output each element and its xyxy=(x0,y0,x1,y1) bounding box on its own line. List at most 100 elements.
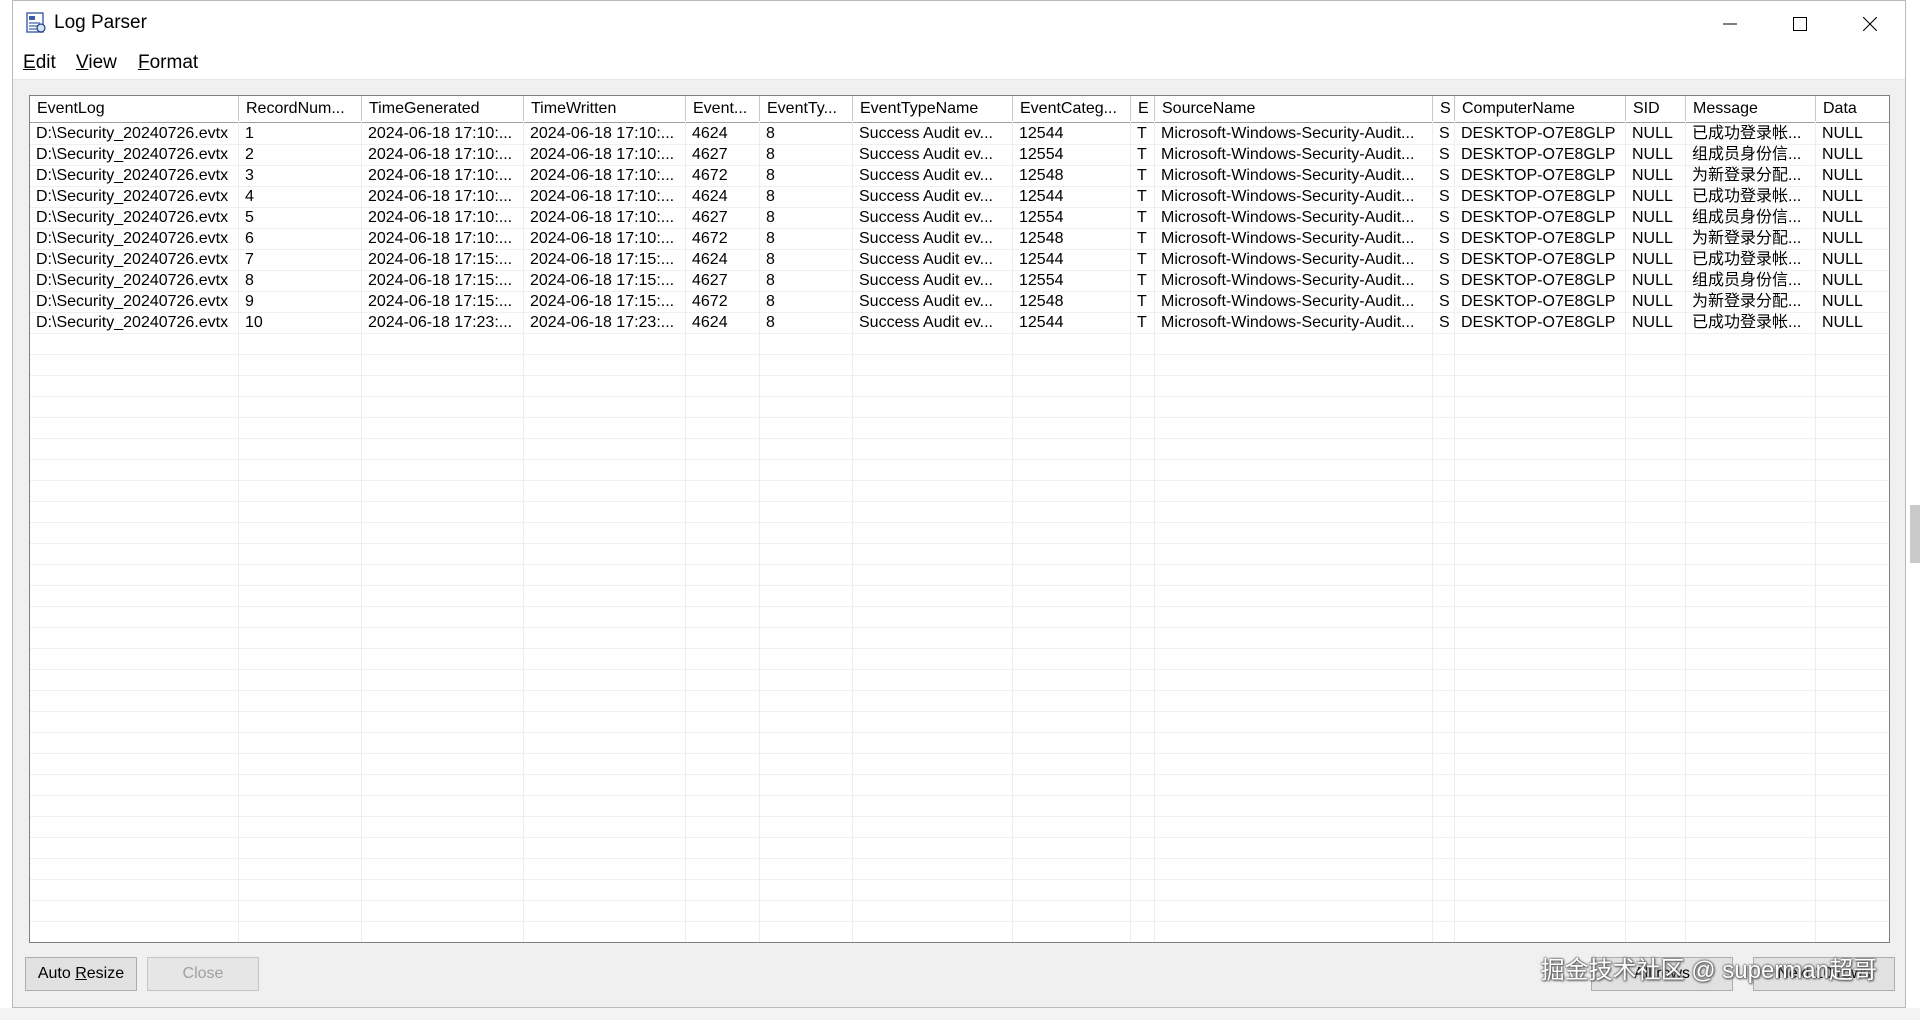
auto-resize-button[interactable]: Auto Resize xyxy=(25,957,137,991)
table-cell: 8 xyxy=(766,167,775,184)
minimize-icon xyxy=(1723,23,1737,25)
table-cell: 2024-06-18 17:10:... xyxy=(368,146,513,163)
table-cell: 4 xyxy=(245,188,254,205)
table-row[interactable]: D:\Security_20240726.evtx 5 2024-06-18 17:… xyxy=(30,207,1889,228)
column-header[interactable]: EventTypeName xyxy=(853,96,1013,121)
table-cell: 已成功登录帐... xyxy=(1692,251,1802,268)
table-cell: Microsoft-Windows-Security-Audit... xyxy=(1161,272,1415,289)
grid-row-divider xyxy=(30,501,1889,502)
table-row[interactable]: D:\Security_20240726.evtx 9 2024-06-18 17:… xyxy=(30,291,1889,312)
grid-row-divider xyxy=(30,627,1889,628)
watermark: 掘金技术社区 @ superman超哥 xyxy=(1540,957,1877,984)
table-row[interactable]: D:\Security_20240726.evtx 1 2024-06-18 17:… xyxy=(30,123,1889,144)
grid-row-divider xyxy=(30,375,1889,376)
table-cell: 2024-06-18 17:10:... xyxy=(530,146,675,163)
table-cell: NULL xyxy=(1632,125,1673,142)
column-header[interactable]: EventLog xyxy=(30,96,239,121)
table-cell: DESKTOP-O7E8GLP xyxy=(1461,272,1616,289)
grid-row-divider xyxy=(30,795,1889,796)
table-row[interactable]: D:\Security_20240726.evtx 7 2024-06-18 17:… xyxy=(30,249,1889,270)
column-header[interactable]: ComputerName xyxy=(1455,96,1626,121)
table-row[interactable]: D:\Security_20240726.evtx 8 2024-06-18 17:… xyxy=(30,270,1889,291)
table-cell: 4624 xyxy=(692,314,728,331)
table-cell: T xyxy=(1137,251,1147,268)
column-header[interactable]: Event... xyxy=(686,96,760,121)
table-cell: D:\Security_20240726.evtx xyxy=(36,188,229,205)
table-cell: NULL xyxy=(1822,293,1863,310)
table-row[interactable]: D:\Security_20240726.evtx 10 2024-06-18 17… xyxy=(30,312,1889,333)
column-header[interactable]: E xyxy=(1131,96,1155,121)
column-header[interactable]: EventTy... xyxy=(760,96,853,121)
table-cell: Success Audit ev... xyxy=(859,293,993,310)
column-header[interactable]: TimeGenerated xyxy=(362,96,524,121)
table-cell: NULL xyxy=(1632,167,1673,184)
table-cell: D:\Security_20240726.evtx xyxy=(36,314,229,331)
table-cell: DESKTOP-O7E8GLP xyxy=(1461,209,1616,226)
menu-format[interactable]: Format xyxy=(138,52,198,74)
maximize-button[interactable] xyxy=(1765,1,1835,47)
table-cell: 4624 xyxy=(692,251,728,268)
menu-view[interactable]: View xyxy=(76,52,117,74)
table-cell: 8 xyxy=(766,188,775,205)
table-cell: T xyxy=(1137,125,1147,142)
column-header[interactable]: RecordNum... xyxy=(239,96,362,121)
window-title: Log Parser xyxy=(54,12,147,33)
table-cell: Microsoft-Windows-Security-Audit... xyxy=(1161,146,1415,163)
table-cell: 12554 xyxy=(1019,272,1064,289)
table-cell: 4672 xyxy=(692,230,728,247)
table-row[interactable]: D:\Security_20240726.evtx 6 2024-06-18 17:… xyxy=(30,228,1889,249)
table-row[interactable]: D:\Security_20240726.evtx 2 2024-06-18 17:… xyxy=(30,144,1889,165)
close-window-button[interactable] xyxy=(1835,1,1905,47)
column-header[interactable]: EventCateg... xyxy=(1013,96,1131,121)
table-cell: NULL xyxy=(1822,188,1863,205)
grid-header: EventLog RecordNum... TimeGenerated TimeWri… xyxy=(30,96,1889,123)
table-cell: D:\Security_20240726.evtx xyxy=(36,272,229,289)
table-cell: 为新登录分配... xyxy=(1692,167,1802,184)
table-cell: T xyxy=(1137,314,1147,331)
table-cell: S xyxy=(1439,209,1450,226)
grid-row-divider xyxy=(30,417,1889,418)
grid-row-divider xyxy=(30,942,1890,943)
table-row[interactable]: D:\Security_20240726.evtx 4 2024-06-18 17:… xyxy=(30,186,1889,207)
column-header[interactable]: S xyxy=(1433,96,1455,121)
table-cell: 2024-06-18 17:10:... xyxy=(368,188,513,205)
table-cell: Microsoft-Windows-Security-Audit... xyxy=(1161,125,1415,142)
grid-column-divider xyxy=(1889,122,1890,942)
column-header[interactable]: Data xyxy=(1816,96,1889,121)
column-header[interactable]: Message xyxy=(1686,96,1816,121)
close-button[interactable]: Close xyxy=(147,957,259,991)
table-cell: 7 xyxy=(245,251,254,268)
column-header[interactable]: SourceName xyxy=(1155,96,1433,121)
table-cell: 2024-06-18 17:15:... xyxy=(368,251,513,268)
table-cell: 5 xyxy=(245,209,254,226)
column-header[interactable]: SID xyxy=(1626,96,1686,121)
table-cell: 1 xyxy=(245,125,254,142)
table-cell: Success Audit ev... xyxy=(859,209,993,226)
table-cell: Microsoft-Windows-Security-Audit... xyxy=(1161,251,1415,268)
table-cell: 8 xyxy=(766,272,775,289)
log-parser-window: Log Parser Edit View Format EventLog Reco… xyxy=(12,0,1906,1008)
column-header[interactable]: TimeWritten xyxy=(524,96,686,121)
table-cell: 组成员身份信... xyxy=(1692,209,1802,226)
grid-row-divider xyxy=(30,480,1889,481)
table-cell: NULL xyxy=(1822,125,1863,142)
results-grid[interactable]: EventLog RecordNum... TimeGenerated TimeWri… xyxy=(29,95,1890,943)
table-cell: D:\Security_20240726.evtx xyxy=(36,125,229,142)
table-cell: 8 xyxy=(766,125,775,142)
table-cell: T xyxy=(1137,272,1147,289)
table-cell: 8 xyxy=(766,314,775,331)
table-cell: 2024-06-18 17:10:... xyxy=(530,230,675,247)
table-cell: T xyxy=(1137,209,1147,226)
table-cell: 12548 xyxy=(1019,230,1064,247)
outer-scrollbar-thumb[interactable] xyxy=(1910,505,1920,563)
table-cell: DESKTOP-O7E8GLP xyxy=(1461,293,1616,310)
table-cell: 12544 xyxy=(1019,188,1064,205)
minimize-button[interactable] xyxy=(1695,1,1765,47)
table-cell: NULL xyxy=(1632,251,1673,268)
table-cell: 8 xyxy=(766,209,775,226)
table-cell: 4627 xyxy=(692,146,728,163)
menu-edit[interactable]: Edit xyxy=(23,52,56,74)
grid-row-divider xyxy=(30,690,1889,691)
table-cell: 8 xyxy=(766,293,775,310)
table-row[interactable]: D:\Security_20240726.evtx 3 2024-06-18 17:… xyxy=(30,165,1889,186)
